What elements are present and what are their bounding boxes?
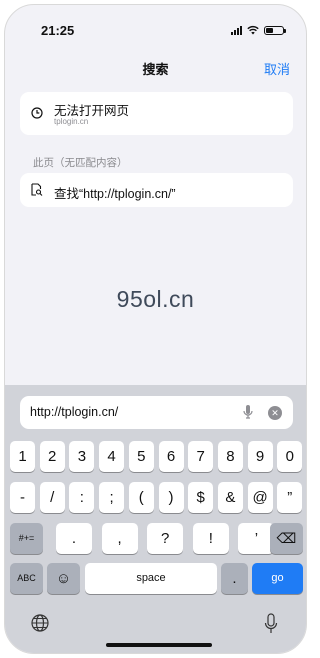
find-in-page-item[interactable]: 查找“http://tplogin.cn/” <box>20 173 293 207</box>
number-key[interactable]: 4 <box>99 441 125 472</box>
section-label: 此页（无匹配内容） <box>33 157 128 169</box>
punctuation-key[interactable]: ! <box>192 523 229 554</box>
symbol-key[interactable]: / <box>39 482 65 513</box>
symbol-key[interactable]: & <box>217 482 243 513</box>
find-in-page-icon <box>31 183 43 196</box>
number-key[interactable]: 2 <box>39 441 65 472</box>
go-key[interactable]: go <box>252 563 303 594</box>
number-key[interactable]: 6 <box>158 441 184 472</box>
suggestion-item[interactable]: 无法打开网页 tplogin.cn <box>20 92 293 135</box>
find-in-page-label: 查找“http://tplogin.cn/” <box>54 187 176 201</box>
page-title: 搜索 <box>142 62 169 77</box>
url-bar[interactable]: http://tplogin.cn/ ✕ <box>20 396 293 429</box>
number-key[interactable]: 8 <box>217 441 243 472</box>
home-indicator <box>106 643 212 647</box>
backspace-key[interactable]: ⌫ <box>270 523 303 554</box>
space-key[interactable]: space <box>85 563 217 594</box>
battery-icon <box>264 25 286 35</box>
emoji-key[interactable]: ☺ <box>47 563 80 594</box>
watermark: 95ol.cn <box>116 286 195 312</box>
symbol-key[interactable]: ( <box>128 482 154 513</box>
number-key[interactable]: 1 <box>10 441 35 472</box>
symbol-key[interactable]: $ <box>188 482 214 513</box>
symbol-key[interactable]: ” <box>277 482 303 513</box>
punctuation-key[interactable]: . <box>56 523 92 554</box>
abc-key[interactable]: ABC <box>10 563 43 594</box>
status-bar: 21:25 <box>5 5 306 51</box>
symbol-key[interactable]: - <box>10 482 35 513</box>
microphone-icon[interactable] <box>243 404 253 420</box>
number-key[interactable]: 3 <box>69 441 95 472</box>
wifi-icon <box>247 25 259 35</box>
symbol-key[interactable]: ; <box>99 482 125 513</box>
clock-icon <box>31 107 43 119</box>
phone-screen: 21:25 搜索 取消 无法打开网页 tplogin.cn 此页（无匹配内容） <box>4 4 307 654</box>
period-key[interactable]: . <box>221 563 248 594</box>
url-input[interactable]: http://tplogin.cn/ <box>30 405 118 419</box>
clear-button[interactable]: ✕ <box>268 406 282 420</box>
cancel-button[interactable]: 取消 <box>264 59 290 78</box>
suggestion-subtitle: tplogin.cn <box>54 117 89 126</box>
number-key[interactable]: 7 <box>188 441 214 472</box>
globe-icon[interactable] <box>28 613 50 635</box>
symbols-toggle-key[interactable]: #+= <box>10 523 43 554</box>
punctuation-key[interactable]: ’ <box>238 523 275 554</box>
punctuation-key[interactable]: ? <box>147 523 184 554</box>
status-icons <box>231 25 286 35</box>
number-key[interactable]: 9 <box>247 441 273 472</box>
symbol-key[interactable]: @ <box>247 482 273 513</box>
number-key[interactable]: 0 <box>277 441 303 472</box>
symbol-key[interactable]: ) <box>158 482 184 513</box>
status-time: 21:25 <box>41 23 75 38</box>
number-key[interactable]: 5 <box>128 441 154 472</box>
keyboard-area: http://tplogin.cn/ ✕ 1234567890 - /:;() $ &… <box>5 385 306 653</box>
signal-icon <box>231 25 242 35</box>
punctuation-key[interactable]: , <box>101 523 138 554</box>
symbol-key[interactable]: : <box>69 482 95 513</box>
dictation-mic-icon[interactable] <box>264 613 278 635</box>
